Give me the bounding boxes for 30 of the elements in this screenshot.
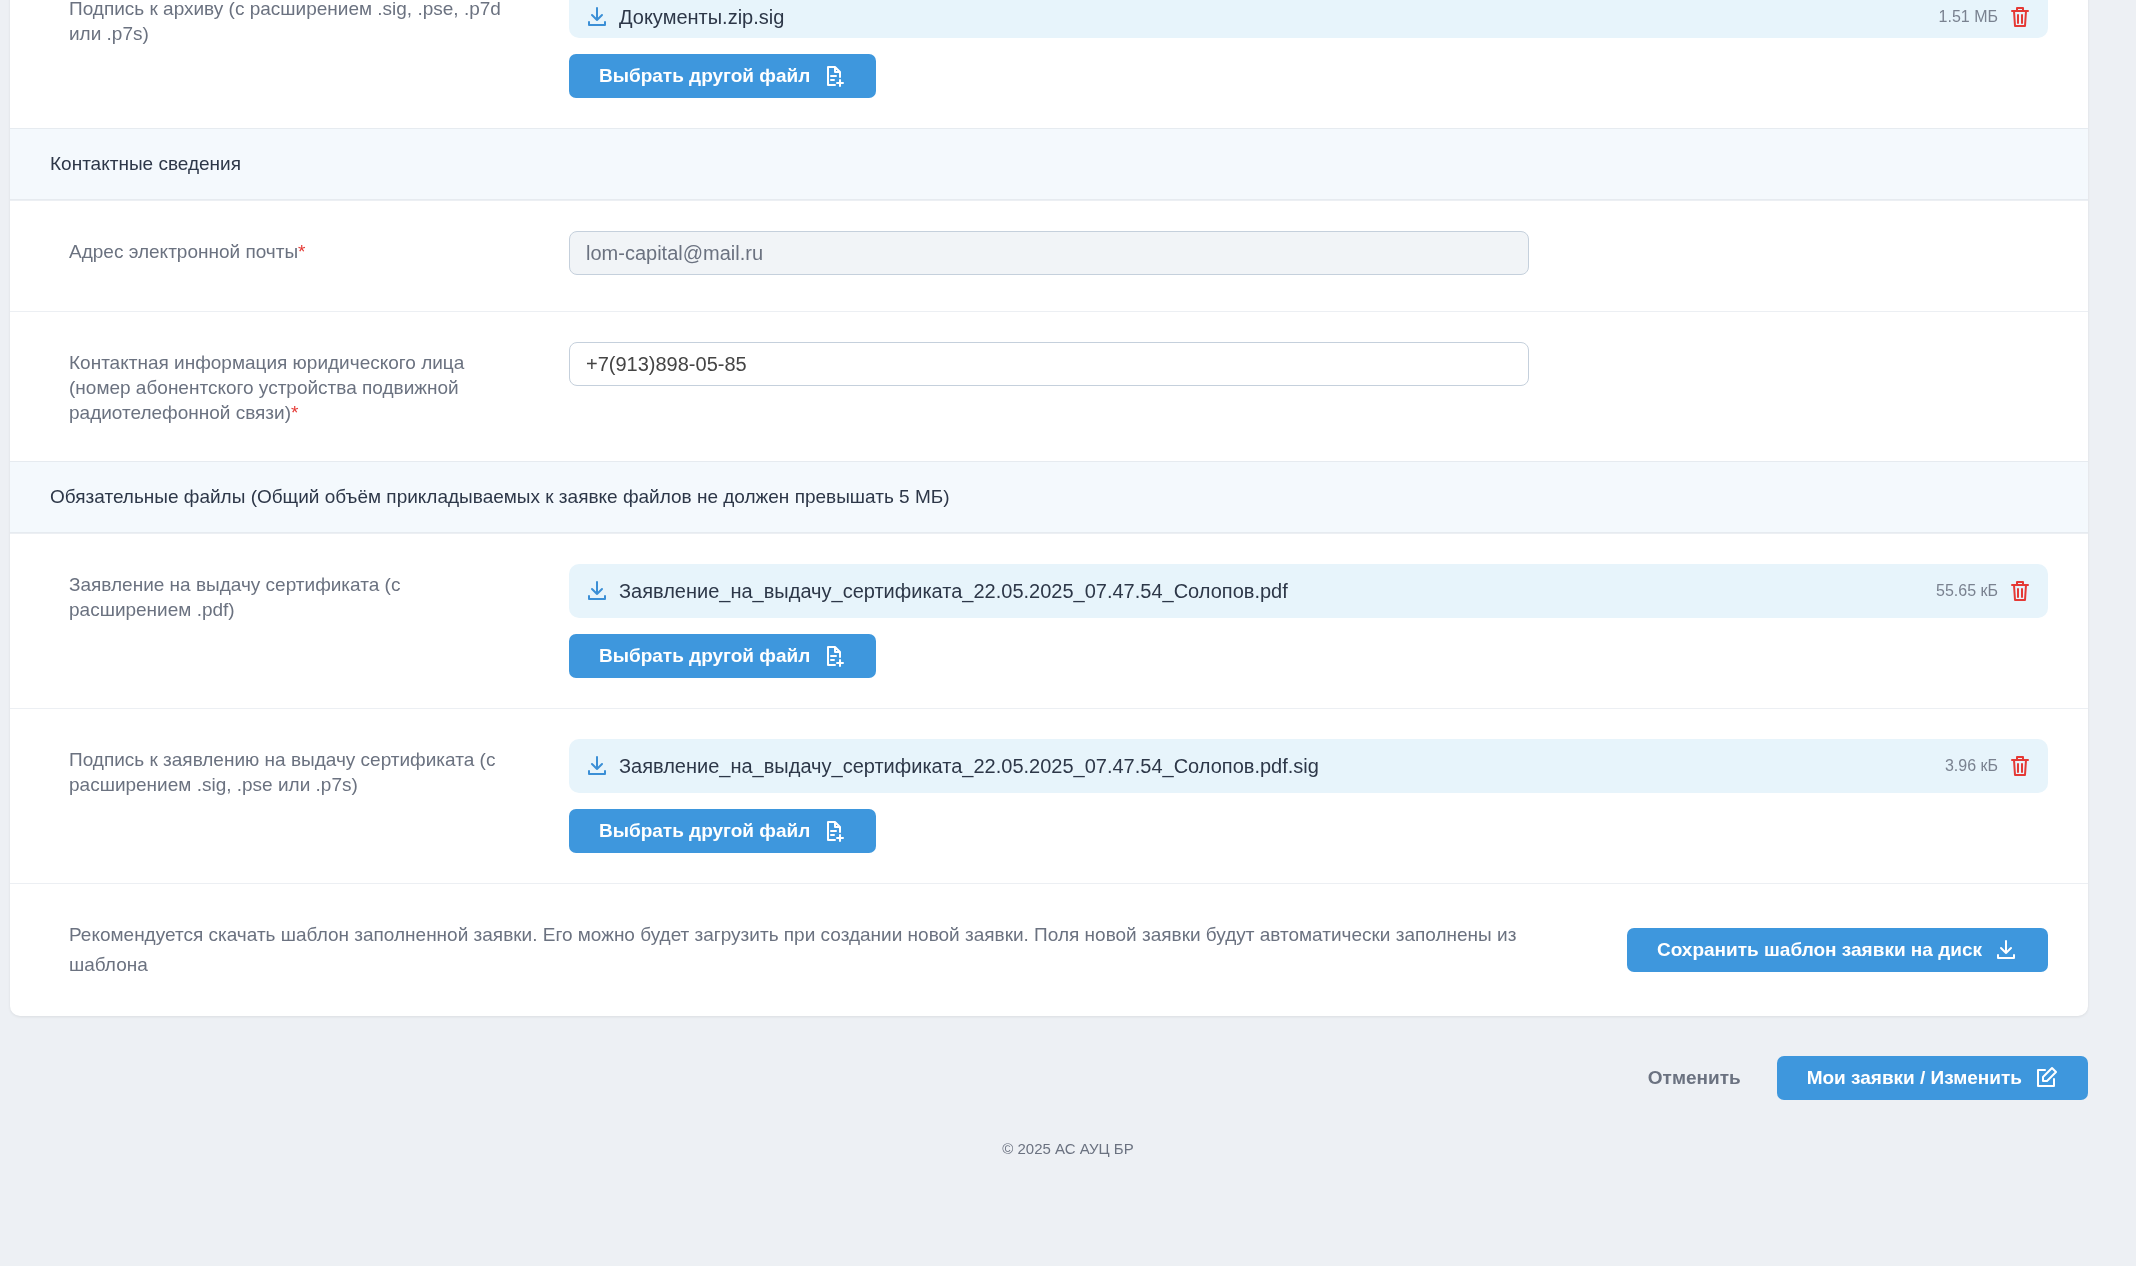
copyright-text: © 2025 АС АУЦ БР (1001, 1140, 1135, 1157)
download-icon (1994, 938, 2018, 962)
field-label: Заявление на выдачу сертификата (с расширением .pdf) (69, 573, 402, 622)
submit-button[interactable]: Мои заявки / Изменить (1776, 1056, 2088, 1100)
file-size: 3.96 кБ (1944, 757, 1998, 775)
file-name-link[interactable]: Документы.zip.sig (619, 5, 1929, 29)
field-label: Подпись к архиву (с расширением .sig, .pse, .p7d или .p7s) (69, 0, 502, 46)
download-icon[interactable] (585, 754, 609, 778)
trash-icon[interactable] (2008, 579, 2032, 603)
section-title: Обязательные файлы (Общий объём прикладываемых к заявке файлов не должен превышать 5 МБ) (50, 486, 950, 508)
choose-file-button[interactable]: Выбрать другой файл (569, 809, 877, 853)
field-label: Адрес электронной почты* (69, 240, 307, 264)
edit-icon (2034, 1066, 2058, 1090)
file-size: 1.51 МБ (1938, 8, 1998, 26)
field-label: Контактная информация юридического лица (номер абонентского устройства подвижной радиотелефонной связи)* (69, 351, 466, 425)
cancel-button[interactable]: Отменить (1641, 1066, 1747, 1090)
section-title: Контактные сведения (50, 153, 241, 175)
file-name-link[interactable]: Заявление_на_выдачу_сертификата_22.05.2025_07.47.54_Солопов.pdf (619, 579, 1926, 603)
text-field[interactable]: +7(913)898-05-85 (569, 342, 1529, 386)
file-size: 55.65 кБ (1936, 582, 1998, 600)
file-name-link[interactable]: Заявление_на_выдачу_сертификата_22.05.2025_07.47.54_Солопов.pdf.sig (619, 754, 1935, 778)
trash-icon[interactable] (2008, 5, 2032, 29)
choose-file-button[interactable]: Выбрать другой файл (569, 54, 877, 98)
recommendation-text: Рекомендуется скачать шаблон заполненной заявки. Его можно будет загрузить при создании новой заявки. Поля новой заявки будут автоматически заполнены из шаблона (69, 923, 1518, 977)
trash-icon[interactable] (2008, 754, 2032, 778)
download-icon[interactable] (585, 579, 609, 603)
save-template-button[interactable]: Сохранить шаблон заявки на диск (1627, 928, 2048, 972)
download-icon[interactable] (585, 5, 609, 29)
field-label: Подпись к заявлению на выдачу сертификата (с расширением .sig, .pse или .p7s) (69, 748, 497, 797)
choose-file-button[interactable]: Выбрать другой файл (569, 634, 877, 678)
